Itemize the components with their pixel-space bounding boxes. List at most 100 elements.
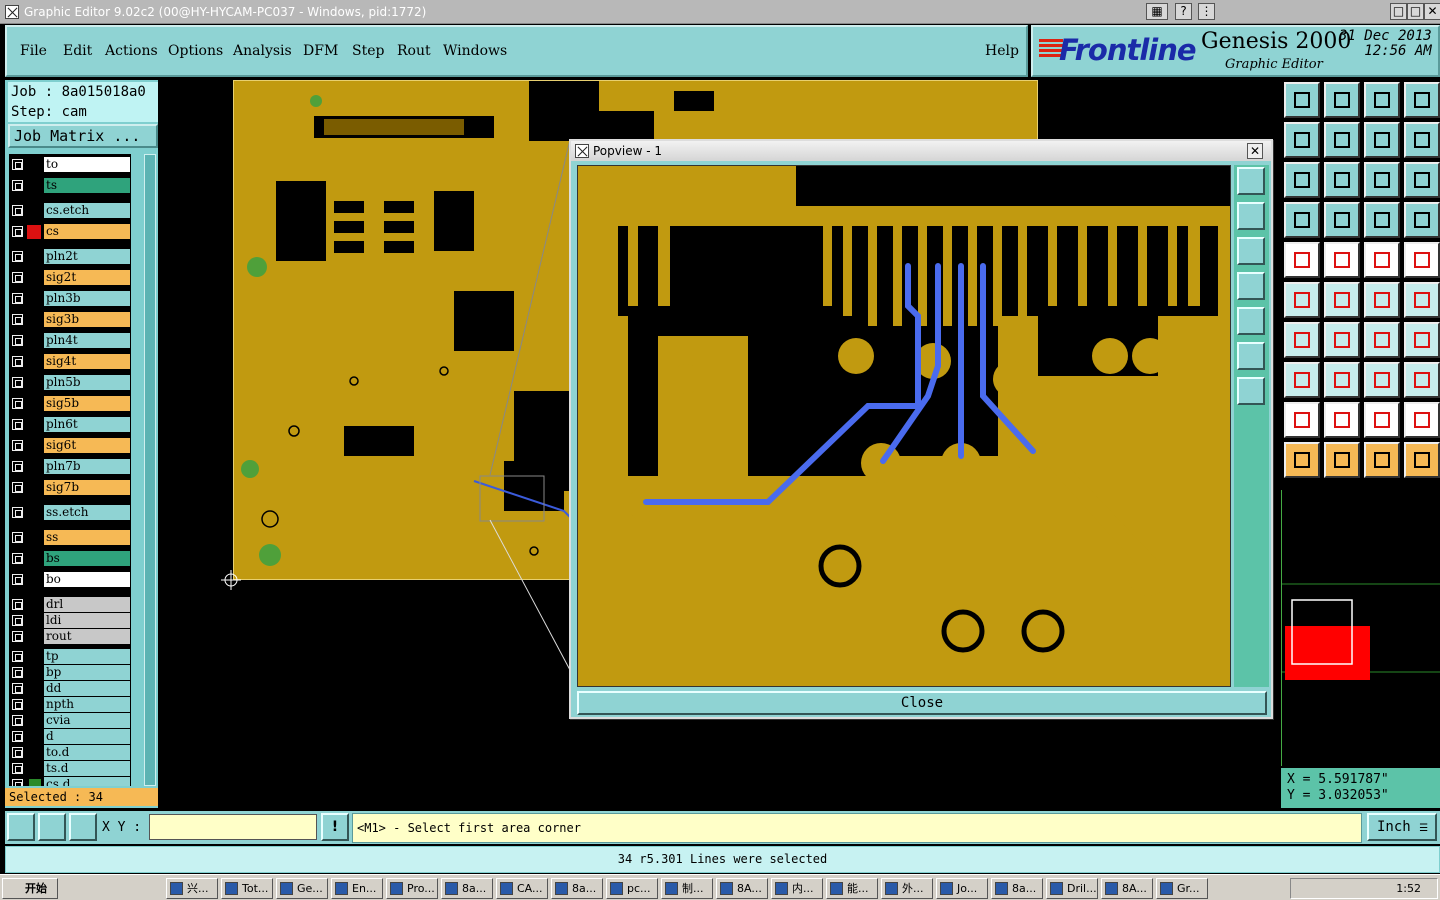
layer-row[interactable]: sig3b (9, 312, 131, 328)
layer-name[interactable]: sig6t (44, 438, 130, 453)
taskbar-item[interactable]: 8a... (991, 878, 1043, 899)
popview-pan-right-icon[interactable] (1237, 307, 1265, 335)
layer-name[interactable]: sig2t (44, 270, 130, 285)
maximize-button[interactable]: □ (1407, 3, 1424, 20)
tool-icon[interactable] (1284, 202, 1320, 238)
taskbar-item[interactable]: Dril... (1046, 878, 1098, 899)
layer-name[interactable]: pln4t (44, 333, 130, 348)
taskbar-item[interactable]: 8A... (1101, 878, 1153, 899)
taskbar-item[interactable]: Gr... (1156, 878, 1208, 899)
tool-icon[interactable] (1364, 162, 1400, 198)
menu-help[interactable]: Help (985, 43, 1019, 59)
layer-checkbox[interactable] (12, 599, 23, 610)
layer-checkbox[interactable] (12, 180, 23, 191)
taskbar-item[interactable]: 兴... (166, 878, 218, 899)
tool-icon[interactable] (1324, 122, 1360, 158)
taskbar-item[interactable]: 内... (771, 878, 823, 899)
layer-row[interactable]: bp (9, 665, 131, 681)
popview-canvas[interactable] (577, 165, 1231, 687)
taskbar-item[interactable]: 8a... (441, 878, 493, 899)
layer-checkbox[interactable] (12, 377, 23, 388)
tool-icon[interactable] (1364, 122, 1400, 158)
layer-checkbox[interactable] (12, 507, 23, 518)
taskbar-item[interactable]: pc... (606, 878, 658, 899)
layer-row[interactable]: ss.etch (9, 505, 131, 521)
layer-checkbox[interactable] (12, 205, 23, 216)
layer-name[interactable]: bs (44, 551, 130, 566)
popview-zoom-home-icon[interactable] (1237, 167, 1265, 195)
layer-name[interactable]: sig7b (44, 480, 130, 495)
layer-name[interactable]: pln3b (44, 291, 130, 306)
layer-row[interactable]: dd (9, 681, 131, 697)
tool-icon[interactable] (1284, 322, 1320, 358)
menu-analysis[interactable]: Analysis (233, 43, 292, 59)
layer-row[interactable]: ss (9, 530, 131, 546)
tool-icon[interactable] (1364, 242, 1400, 278)
tool-icon[interactable] (1404, 122, 1440, 158)
layer-row[interactable]: cs.etch (9, 203, 131, 219)
job-matrix-button[interactable]: Job Matrix ... (8, 124, 158, 148)
layer-checkbox[interactable] (12, 335, 23, 346)
taskbar-item[interactable]: En... (331, 878, 383, 899)
start-button[interactable]: 开始 (2, 878, 58, 899)
layer-name[interactable]: pln2t (44, 249, 130, 264)
layer-checkbox[interactable] (12, 731, 23, 742)
menu-edit[interactable]: Edit (63, 43, 92, 59)
tool-icon[interactable] (1284, 442, 1320, 478)
layer-row[interactable]: pln2t (9, 249, 131, 265)
minimize-button[interactable]: □ (1390, 3, 1407, 20)
layer-checkbox[interactable] (12, 440, 23, 451)
layer-row[interactable]: rout (9, 629, 131, 645)
layer-row[interactable]: sig2t (9, 270, 131, 286)
popview-pan-left-icon[interactable] (1237, 272, 1265, 300)
layer-checkbox[interactable] (12, 293, 23, 304)
popview-zoom-in-icon[interactable] (1237, 202, 1265, 230)
layer-checkbox[interactable] (12, 651, 23, 662)
tool-icon[interactable] (1324, 402, 1360, 438)
tool-icon[interactable] (1324, 442, 1360, 478)
xy-input[interactable] (149, 814, 317, 840)
layer-row[interactable]: ldi (9, 613, 131, 629)
tool-icon[interactable] (1404, 282, 1440, 318)
layer-row[interactable]: sig7b (9, 480, 131, 496)
layer-row[interactable]: pln7b (9, 459, 131, 475)
layer-row[interactable]: cvia (9, 713, 131, 729)
popview-center-icon[interactable] (1237, 377, 1265, 405)
layer-row[interactable]: pln5b (9, 375, 131, 391)
layer-row[interactable]: cs (9, 224, 131, 240)
layer-name[interactable]: npth (44, 697, 130, 712)
layer-row[interactable]: pln3b (9, 291, 131, 307)
menu-rout[interactable]: Rout (397, 43, 431, 59)
taskbar-item[interactable]: Pro... (386, 878, 438, 899)
tool-icon[interactable] (1404, 402, 1440, 438)
tool-icon[interactable] (1284, 122, 1320, 158)
menu-step[interactable]: Step (352, 43, 384, 59)
layer-checkbox[interactable] (12, 683, 23, 694)
tool-icon[interactable] (1324, 322, 1360, 358)
taskbar-item[interactable]: 8A... (716, 878, 768, 899)
layer-name[interactable]: rout (44, 629, 130, 644)
grid-mode-icon[interactable] (69, 813, 97, 841)
tool-icon[interactable] (1324, 282, 1360, 318)
tool-icon[interactable] (1404, 202, 1440, 238)
tool-icon[interactable] (1404, 442, 1440, 478)
layer-checkbox[interactable] (12, 314, 23, 325)
tool-icon[interactable] (1404, 242, 1440, 278)
layer-checkbox[interactable] (12, 398, 23, 409)
layer-name[interactable]: bo (44, 572, 130, 587)
taskbar-item[interactable]: Jo... (936, 878, 988, 899)
layer-checkbox[interactable] (12, 482, 23, 493)
layer-checkbox[interactable] (12, 747, 23, 758)
tool-icon[interactable] (1324, 362, 1360, 398)
layer-checkbox[interactable] (12, 553, 23, 564)
layer-name[interactable]: ss (44, 530, 130, 545)
taskbar-item[interactable]: 8a... (551, 878, 603, 899)
layer-name[interactable]: dd (44, 681, 130, 696)
close-button[interactable]: ✕ (1424, 3, 1440, 20)
layer-name[interactable]: to.d (44, 745, 130, 760)
layer-checkbox[interactable] (12, 615, 23, 626)
layer-row[interactable]: to (9, 157, 131, 173)
popview-close-icon[interactable]: ✕ (1247, 143, 1263, 159)
tool-icon[interactable] (1404, 322, 1440, 358)
tool-icon[interactable] (1404, 362, 1440, 398)
